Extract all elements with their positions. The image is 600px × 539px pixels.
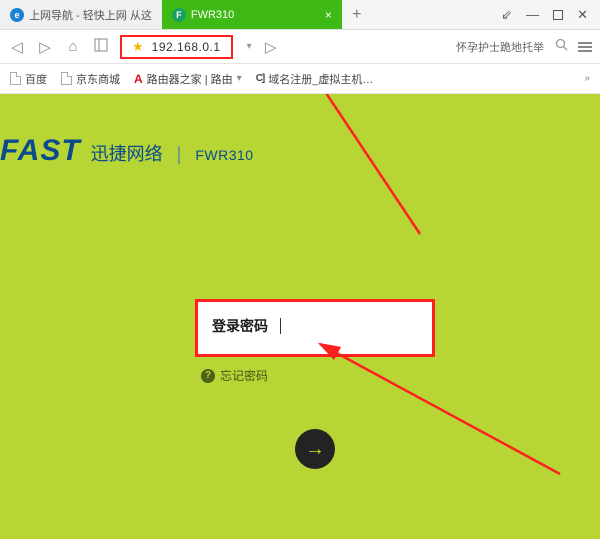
fast-logo: FAST: [0, 134, 81, 168]
window-controls: ⇙ — ✕: [489, 0, 600, 29]
address-bar: ◁ ▷ ⌂ ★ 192.168.0.1 ▾ ▷ 怀孕护士跪地托举: [0, 30, 600, 64]
bookmark-baidu[interactable]: 百度: [10, 71, 47, 87]
submit-button[interactable]: →: [295, 429, 335, 469]
bookmark-jd[interactable]: 京东商城: [61, 71, 120, 87]
close-tab-icon[interactable]: ×: [325, 8, 332, 22]
maximize-button[interactable]: [553, 10, 563, 20]
page-icon: [61, 72, 72, 85]
brand-separator: |: [177, 144, 182, 165]
tab-active[interactable]: F FWR310 ×: [162, 0, 342, 29]
login-area: 登录密码 ? 忘记密码: [195, 299, 435, 384]
password-label: 登录密码: [212, 316, 268, 336]
search-suggestion[interactable]: 怀孕护士跪地托举: [456, 39, 544, 55]
router-login-page: FAST 迅捷网络 | FWR310 登录密码 ? 忘记密码 →: [0, 94, 600, 539]
new-tab-button[interactable]: +: [342, 0, 372, 29]
minimize-button[interactable]: —: [526, 7, 539, 22]
question-icon: ?: [201, 369, 215, 383]
pin-icon[interactable]: ⇙: [501, 7, 512, 23]
bookmark-router[interactable]: A 路由器之家 | 路由 ▾: [134, 71, 242, 87]
fast-f-icon: F: [172, 8, 186, 22]
home-button[interactable]: ⌂: [64, 38, 82, 55]
password-field-highlight[interactable]: 登录密码: [195, 299, 435, 357]
url-text: 192.168.0.1: [152, 40, 221, 54]
browser-e-icon: e: [10, 8, 24, 22]
reader-icon[interactable]: [92, 38, 110, 56]
tab-active-title: FWR310: [191, 9, 320, 21]
tab-inactive[interactable]: e 上网导航 - 轻快上网 从这: [0, 0, 162, 29]
c-icon: C]: [256, 73, 265, 84]
title-bar: e 上网导航 - 轻快上网 从这 F FWR310 × + ⇙ — ✕: [0, 0, 600, 30]
arrow-right-icon: →: [305, 438, 325, 461]
close-window-button[interactable]: ✕: [577, 7, 588, 23]
go-arrow-icon[interactable]: ▷: [262, 38, 280, 56]
bookmark-domain[interactable]: C] 域名注册_虚拟主机…: [256, 71, 374, 87]
text-cursor: [280, 318, 281, 334]
back-button[interactable]: ◁: [8, 38, 26, 56]
search-icon[interactable]: [552, 38, 570, 55]
menu-button[interactable]: [578, 42, 592, 52]
forgot-password-link[interactable]: ? 忘记密码: [201, 367, 435, 384]
brand-model: FWR310: [195, 147, 253, 163]
forward-button[interactable]: ▷: [36, 38, 54, 56]
a-icon: A: [134, 72, 143, 86]
brand-cn: 迅捷网络: [91, 140, 163, 166]
favorite-star-icon[interactable]: ★: [132, 39, 144, 55]
url-dropdown-icon[interactable]: ▾: [247, 41, 252, 52]
page-icon: [10, 72, 21, 85]
url-field-highlight[interactable]: ★ 192.168.0.1: [120, 35, 233, 59]
chevron-down-icon: ▾: [237, 73, 242, 84]
tab-inactive-title: 上网导航 - 轻快上网 从这: [29, 7, 152, 23]
bookmarks-overflow-icon[interactable]: »: [584, 73, 590, 84]
brand-row: FAST 迅捷网络 | FWR310: [0, 134, 254, 168]
bookmarks-bar: 百度 京东商城 A 路由器之家 | 路由 ▾ C] 域名注册_虚拟主机… »: [0, 64, 600, 94]
